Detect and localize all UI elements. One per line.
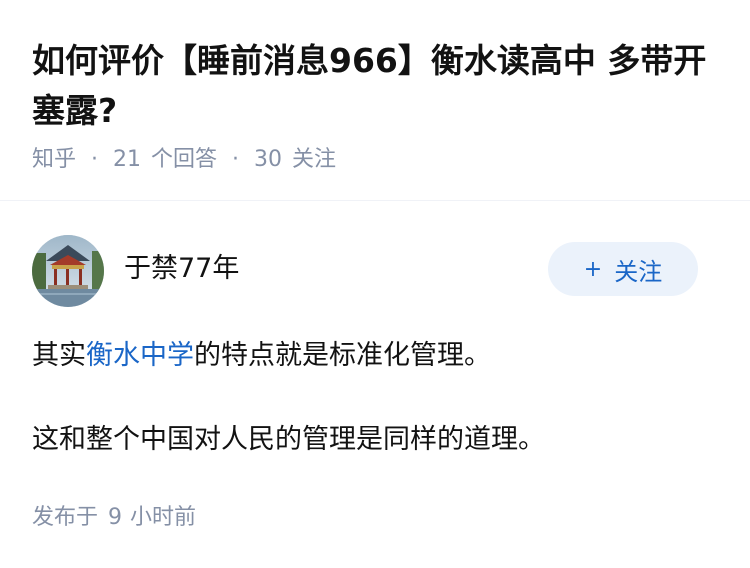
publish-number: 9: [108, 505, 123, 530]
separator-dot: ·: [232, 147, 240, 172]
answer-paragraph: 其实衡水中学的特点就是标准化管理。: [32, 334, 491, 378]
follow-label: 关注: [614, 257, 663, 286]
question-title[interactable]: 如何评价【睡前消息966】衡水读高中 多带开塞露?: [32, 36, 722, 136]
author-name[interactable]: 于禁77年: [124, 252, 239, 286]
followers-label: 关注: [292, 147, 337, 172]
answers-count: 21: [113, 147, 142, 172]
author-row: 于禁77年 + 关注: [0, 232, 750, 312]
publish-suffix: 小时前: [130, 505, 197, 530]
source-label[interactable]: 知乎: [32, 146, 76, 174]
question-header: 如何评价【睡前消息966】衡水读高中 多带开塞露? 知乎 · 21 个回答 · …: [0, 0, 750, 200]
separator-dot: ·: [91, 147, 99, 172]
plus-icon: +: [583, 256, 603, 282]
answer-text: 的特点就是标准化管理。: [194, 340, 491, 371]
publish-prefix: 发布于: [32, 505, 99, 530]
answers-label: 个回答: [151, 147, 218, 172]
publish-time: 发布于 9 小时前: [32, 504, 196, 532]
follow-button[interactable]: + 关注: [548, 242, 698, 296]
keyword-link[interactable]: 衡水中学: [86, 340, 194, 371]
followers-count: 30: [254, 147, 283, 172]
avatar-pavilion-icon: [32, 235, 104, 307]
answer-text: 其实: [32, 340, 86, 371]
question-meta: 知乎 · 21 个回答 · 30 关注: [32, 146, 336, 174]
divider: [0, 200, 750, 201]
answer-paragraph: 这和整个中国对人民的管理是同样的道理。: [32, 424, 545, 455]
avatar[interactable]: [32, 235, 104, 307]
